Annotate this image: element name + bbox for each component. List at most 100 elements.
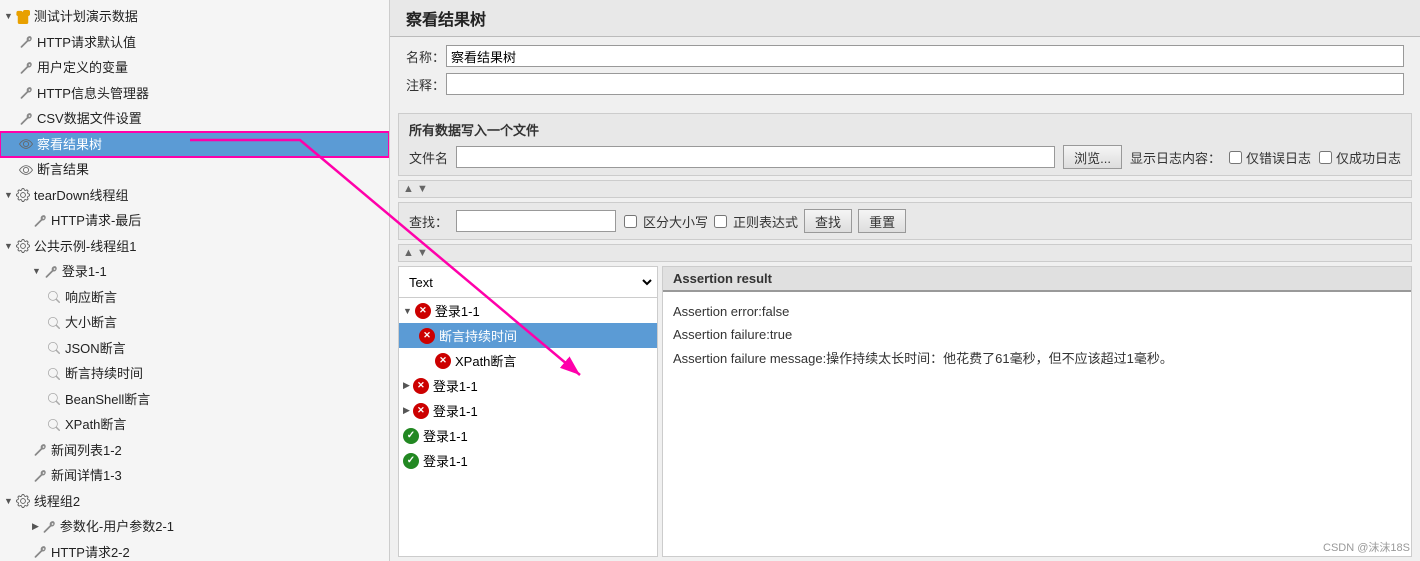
label-assert-results: 断言结果 (37, 160, 89, 180)
regex-label: 正则表达式 (733, 212, 798, 231)
browse-button[interactable]: 浏览... (1063, 145, 1122, 169)
result-item-r4[interactable]: 登录1-1 (399, 423, 657, 448)
main-content: 察看结果树 名称： 注释： 所有数据写入一个文件 文件名 浏览... 显示日志内… (390, 0, 1420, 561)
triangle-login1-1: ▼ (32, 265, 41, 279)
collapse-arrows-1: ▲ ▼ (403, 183, 428, 195)
success-log-label: 仅成功日志 (1336, 148, 1401, 167)
assertion-line-2: Assertion failure message:操作持续太长时间：他花费了6… (673, 347, 1401, 370)
icon-user-vars (18, 60, 34, 76)
sidebar-item-http-header[interactable]: HTTP信息头管理器 (0, 81, 389, 107)
icon-duration-assert (46, 366, 62, 382)
comment-label: 注释： (406, 75, 446, 94)
collapse-arrows-2: ▲ ▼ (403, 247, 428, 259)
label-teardown: tearDown线程组 (34, 186, 129, 206)
sidebar-item-beanshell-assert[interactable]: BeanShell断言 (0, 387, 389, 413)
label-xpath-assert: XPath断言 (65, 415, 126, 435)
find-button[interactable]: 查找 (804, 209, 852, 233)
sidebar-tree: ▼测试计划演示数据HTTP请求默认值用户定义的变量 HTTP信息头管理器 CSV数据… (0, 4, 389, 561)
sidebar-item-teardown[interactable]: ▼tearDown线程组 (0, 183, 389, 209)
rtriangle-r2: ▶ (403, 380, 410, 391)
file-input[interactable] (456, 146, 1055, 168)
icon-news-list (32, 442, 48, 458)
sidebar: ▼测试计划演示数据HTTP请求默认值用户定义的变量 HTTP信息头管理器 CSV数据… (0, 0, 390, 561)
sidebar-item-thread-group1[interactable]: ▼公共示例-线程组1 (0, 234, 389, 260)
sidebar-item-news-list[interactable]: 新闻列表1-2 (0, 438, 389, 464)
icon-http-last (32, 213, 48, 229)
sidebar-item-view-results[interactable]: 察看结果树 (0, 132, 389, 158)
dropdown-bar: Text (399, 267, 657, 298)
icon-news-detail (32, 468, 48, 484)
result-item-r1-1[interactable]: 断言持续时间 (399, 323, 657, 348)
error-icon-r3 (413, 403, 429, 419)
result-label-r1: 登录1-1 (435, 301, 480, 320)
icon-http-header (18, 85, 34, 101)
error-log-label: 仅错误日志 (1246, 148, 1311, 167)
file-section: 所有数据写入一个文件 文件名 浏览... 显示日志内容： 仅错误日志 仅成功日志 (398, 113, 1412, 176)
error-icon-r1-2 (435, 353, 451, 369)
result-item-r5[interactable]: 登录1-1 (399, 448, 657, 473)
search-label: 查找： (409, 212, 448, 231)
error-log-checkbox[interactable] (1229, 151, 1242, 164)
assertion-tab[interactable]: Assertion result (663, 267, 1411, 292)
label-http-2-2: HTTP请求2-2 (51, 543, 130, 561)
success-log-checkbox[interactable] (1319, 151, 1332, 164)
log-label: 显示日志内容： (1130, 148, 1221, 167)
label-user-vars: 用户定义的变量 (37, 58, 128, 78)
success-icon-r4 (403, 428, 419, 444)
tree-panel: Text ▼登录1-1断言持续时间XPath断言▶登录1-1▶登录1-1登录1-… (398, 266, 658, 557)
watermark: CSDN @沫沫18S (1323, 539, 1410, 555)
sidebar-item-duration-assert[interactable]: 断言持续时间 (0, 361, 389, 387)
sidebar-item-test-plan[interactable]: ▼测试计划演示数据 (0, 4, 389, 30)
sidebar-item-news-detail[interactable]: 新闻详情1-3 (0, 463, 389, 489)
sidebar-item-thread-group2[interactable]: ▼线程组2 (0, 489, 389, 515)
sidebar-item-json-assert[interactable]: JSON断言 (0, 336, 389, 362)
label-thread-group2: 线程组2 (34, 492, 80, 512)
reset-button[interactable]: 重置 (858, 209, 906, 233)
sidebar-item-login1-1[interactable]: ▼登录1-1 (0, 259, 389, 285)
assertion-content: Assertion error:falseAssertion failure:t… (663, 292, 1411, 378)
title-bar: 察看结果树 (390, 0, 1420, 37)
view-dropdown[interactable]: Text (401, 269, 655, 295)
page-title: 察看结果树 (406, 6, 1404, 30)
rtriangle-r1: ▼ (403, 306, 412, 316)
result-item-r2[interactable]: ▶ 登录1-1 (399, 373, 657, 398)
success-icon-r5 (403, 453, 419, 469)
regex-checkbox[interactable] (714, 215, 727, 228)
sidebar-item-response-assert[interactable]: 响应断言 (0, 285, 389, 311)
label-beanshell-assert: BeanShell断言 (65, 390, 150, 410)
result-label-r2: 登录1-1 (433, 376, 478, 395)
result-label-r1-1: 断言持续时间 (439, 326, 517, 345)
label-http-last: HTTP请求-最后 (51, 211, 141, 231)
result-label-r3: 登录1-1 (433, 401, 478, 420)
icon-assert-results (18, 162, 34, 178)
sidebar-item-http-last[interactable]: HTTP请求-最后 (0, 208, 389, 234)
search-input[interactable] (456, 210, 616, 232)
comment-row: 注释： (406, 73, 1404, 95)
icon-param-user (41, 519, 57, 535)
label-http-header: HTTP信息头管理器 (37, 84, 149, 104)
label-duration-assert: 断言持续时间 (65, 364, 143, 384)
result-item-r1[interactable]: ▼ 登录1-1 (399, 298, 657, 323)
sidebar-item-xpath-assert[interactable]: XPath断言 (0, 412, 389, 438)
case-sensitive-checkbox[interactable] (624, 215, 637, 228)
name-input[interactable] (446, 45, 1404, 67)
result-label-r5: 登录1-1 (423, 451, 468, 470)
sidebar-item-size-assert[interactable]: 大小断言 (0, 310, 389, 336)
collapse-row-2: ▲ ▼ (398, 244, 1412, 262)
result-item-r1-2[interactable]: XPath断言 (399, 348, 657, 373)
label-view-results: 察看结果树 (37, 135, 102, 155)
sidebar-item-param-user[interactable]: ▶参数化-用户参数2-1 (0, 514, 389, 540)
file-section-title: 所有数据写入一个文件 (409, 120, 1401, 139)
label-csv-data: CSV数据文件设置 (37, 109, 142, 129)
sidebar-item-http-default[interactable]: HTTP请求默认值 (0, 30, 389, 56)
icon-beanshell-assert (46, 391, 62, 407)
sidebar-item-assert-results[interactable]: 断言结果 (0, 157, 389, 183)
sidebar-item-http-2-2[interactable]: HTTP请求2-2 (0, 540, 389, 561)
sidebar-item-csv-data[interactable]: CSV数据文件设置 (0, 106, 389, 132)
collapse-row-1: ▲ ▼ (398, 180, 1412, 198)
result-item-r3[interactable]: ▶登录1-1 (399, 398, 657, 423)
comment-input[interactable] (446, 73, 1404, 95)
sidebar-item-user-vars[interactable]: 用户定义的变量 (0, 55, 389, 81)
results-area: Text ▼登录1-1断言持续时间XPath断言▶登录1-1▶登录1-1登录1-… (398, 266, 1412, 557)
label-size-assert: 大小断言 (65, 313, 117, 333)
